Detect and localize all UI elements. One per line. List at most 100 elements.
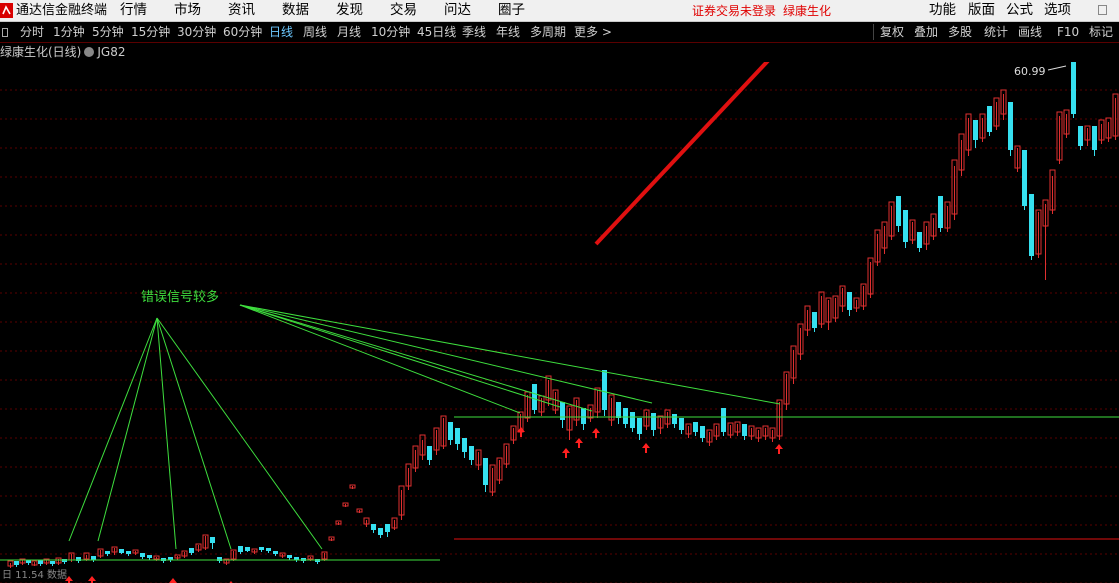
menu-item-data[interactable]: 数据 [282, 2, 309, 19]
candle-body [273, 551, 278, 554]
candle-body [693, 422, 698, 432]
signal-arrow-icon [575, 438, 583, 443]
candle-body [1078, 126, 1083, 146]
candle-body [140, 553, 145, 557]
candle-body [672, 414, 677, 424]
candle-body [917, 232, 922, 248]
period-1min[interactable]: 1分钟 [53, 25, 85, 39]
candlestick-chart[interactable] [0, 62, 1119, 583]
period-yearly[interactable]: 年线 [496, 25, 520, 39]
candle-body [1029, 194, 1034, 256]
candle-body [679, 418, 684, 430]
period-15min[interactable]: 15分钟 [131, 25, 170, 39]
candle-body [651, 413, 656, 430]
period-5min[interactable]: 5分钟 [92, 25, 124, 39]
candle-body [378, 528, 383, 535]
menu-item-formula[interactable]: 公式 [1006, 2, 1033, 19]
period-multi[interactable]: 多周期 [530, 25, 566, 39]
period-quarterly[interactable]: 季线 [462, 25, 486, 39]
candle-body [50, 561, 55, 564]
candle-body [189, 548, 194, 553]
period-daily[interactable]: 日线 [269, 25, 293, 39]
candle-body [903, 210, 908, 242]
candle-body [581, 408, 586, 424]
period-60min[interactable]: 60分钟 [223, 25, 262, 39]
current-stock-name: 绿康生化 [783, 4, 832, 18]
signal-arrow-icon [562, 448, 570, 453]
candle-body [385, 524, 390, 532]
period-more[interactable]: 更多 > [574, 25, 612, 39]
period-30min[interactable]: 30分钟 [177, 25, 216, 39]
candle-body [1071, 62, 1076, 114]
candle-body [238, 546, 243, 552]
period-10min[interactable]: 10分钟 [371, 25, 410, 39]
candle-body [1022, 150, 1027, 206]
signal-arrow-icon [169, 578, 177, 583]
candle-body [210, 537, 215, 543]
restore-window-icon[interactable] [1098, 5, 1107, 15]
candle-body [938, 196, 943, 228]
candle-body [896, 196, 901, 226]
candle-body [1092, 126, 1097, 150]
menu-bar: 通达信金融终端 行情 市场 资讯 数据 发现 交易 问达 圈子 证券交易未登录 … [0, 0, 1119, 22]
indicator-name[interactable]: JG82 [97, 45, 125, 59]
annotation-pointer [239, 304, 593, 412]
menu-item-trade[interactable]: 交易 [390, 2, 417, 19]
annotation-pointer [68, 317, 158, 542]
menu-item-ask[interactable]: 问达 [444, 2, 471, 19]
menu-item-markets[interactable]: 市场 [174, 2, 201, 19]
menu-item-circle[interactable]: 圈子 [498, 2, 525, 19]
candle-body [700, 426, 705, 438]
period-monthly[interactable]: 月线 [337, 25, 361, 39]
candle-body [91, 556, 96, 560]
annotation-pointer [239, 304, 653, 404]
annotation-text: 错误信号较多 [141, 290, 220, 305]
candle-body [462, 438, 467, 452]
signal-arrow-icon [775, 444, 783, 449]
candle-body [371, 524, 376, 530]
tool-f10-button[interactable]: F10 [1057, 25, 1079, 39]
high-price-label: 60.99 [1014, 65, 1046, 78]
panel-toggle-icon[interactable] [2, 28, 8, 37]
menu-item-functions[interactable]: 功能 [929, 2, 956, 19]
period-45day[interactable]: 45日线 [417, 25, 456, 39]
tool-adjust-button[interactable]: 复权 [880, 25, 904, 39]
menu-item-options[interactable]: 选项 [1044, 2, 1071, 19]
tool-mark-button[interactable]: 标记 [1089, 25, 1113, 39]
indicator-settings-icon[interactable] [84, 47, 95, 57]
candle-body [623, 408, 628, 424]
candle-body [105, 551, 110, 554]
tool-multi-stock-button[interactable]: 多股 [948, 25, 972, 39]
signal-arrow-icon [642, 443, 650, 448]
app-title: 通达信金融终端 [16, 3, 108, 18]
tool-draw-button[interactable]: 画线 [1018, 25, 1042, 39]
annotation-pointer [239, 304, 781, 405]
period-intraday[interactable]: 分时 [20, 25, 44, 39]
menu-item-market[interactable]: 行情 [120, 2, 147, 19]
tool-overlay-button[interactable]: 叠加 [914, 25, 938, 39]
annotation-pointer [156, 317, 323, 550]
annotation-pointer [239, 304, 521, 414]
candle-body [448, 422, 453, 440]
menu-item-news[interactable]: 资讯 [228, 2, 255, 19]
signal-arrow-icon [88, 576, 96, 581]
candle-body [38, 560, 43, 564]
high-pointer-line [1047, 65, 1067, 71]
tool-stats-button[interactable]: 统计 [984, 25, 1008, 39]
candle-body [119, 549, 124, 553]
menu-item-layout[interactable]: 版面 [968, 2, 995, 19]
menu-item-discover[interactable]: 发现 [336, 2, 363, 19]
candle-body [630, 412, 635, 428]
signal-arrow-icon [592, 428, 600, 433]
annotation-pointer [156, 317, 177, 550]
candle-body [259, 547, 264, 550]
candle-body [147, 555, 152, 558]
candle-body [126, 551, 131, 554]
candle-body [483, 458, 488, 485]
candle-body [469, 446, 474, 460]
candle-body [266, 548, 271, 551]
period-weekly[interactable]: 周线 [303, 25, 327, 39]
footer-status: 日 11.54 数据 [2, 570, 67, 581]
login-notice[interactable]: 证券交易未登录 [692, 4, 776, 18]
candle-body [742, 424, 747, 436]
